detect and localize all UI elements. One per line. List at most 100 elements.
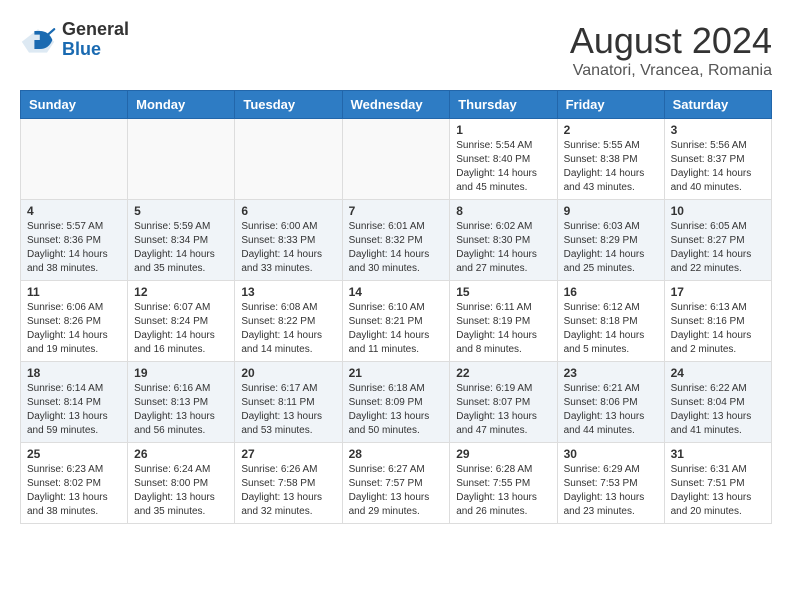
calendar-week-row: 25 Sunrise: 6:23 AM Sunset: 8:02 PM Dayli… <box>21 443 772 524</box>
calendar-cell: 29Sunrise: 6:28 AM Sunset: 7:55 PM Dayli… <box>450 443 557 524</box>
day-number: 4 <box>27 204 121 218</box>
calendar-cell: 1Sunrise: 5:54 AM Sunset: 8:40 PM Daylig… <box>450 119 557 200</box>
day-info: Sunrise: 6:21 AM Sunset: 8:06 PM Dayligh… <box>564 382 658 438</box>
calendar-cell: 6 Sunrise: 6:00 AM Sunset: 8:33 PM Daylig… <box>235 200 342 281</box>
day-number: 19 <box>134 366 228 380</box>
day-info: Sunrise: 6:03 AM Sunset: 8:29 PM Dayligh… <box>564 220 658 276</box>
day-number: 17 <box>671 285 765 299</box>
calendar-cell: 30 Sunrise: 6:29 AM Sunset: 7:53 PM Dayli… <box>557 443 664 524</box>
day-number: 7 <box>349 204 444 218</box>
day-number: 23 <box>564 366 658 380</box>
weekday-header: Wednesday <box>342 91 450 119</box>
day-number: 27 <box>241 447 335 461</box>
day-number: 6 <box>241 204 335 218</box>
calendar-cell: 26 Sunrise: 6:24 AM Sunset: 8:00 PM Dayli… <box>128 443 235 524</box>
day-info: Sunrise: 6:29 AM Sunset: 7:53 PM Dayligh… <box>564 463 658 519</box>
day-info: Sunrise: 6:28 AM Sunset: 7:55 PM Dayligh… <box>456 463 550 519</box>
logo: General Blue <box>20 20 129 60</box>
day-number: 24 <box>671 366 765 380</box>
day-info: Sunrise: 6:10 AM Sunset: 8:21 PM Dayligh… <box>349 301 444 357</box>
day-number: 21 <box>349 366 444 380</box>
day-number: 31 <box>671 447 765 461</box>
weekday-header: Monday <box>128 91 235 119</box>
calendar-week-row: 18 Sunrise: 6:14 AM Sunset: 8:14 PM Dayli… <box>21 362 772 443</box>
day-info: Sunrise: 5:55 AM Sunset: 8:38 PM Dayligh… <box>564 139 658 195</box>
calendar-cell: 12Sunrise: 6:07 AM Sunset: 8:24 PM Dayli… <box>128 281 235 362</box>
day-info: Sunrise: 6:13 AM Sunset: 8:16 PM Dayligh… <box>671 301 765 357</box>
calendar-cell: 18 Sunrise: 6:14 AM Sunset: 8:14 PM Dayli… <box>21 362 128 443</box>
day-number: 8 <box>456 204 550 218</box>
calendar-cell: 9 Sunrise: 6:03 AM Sunset: 8:29 PM Daylig… <box>557 200 664 281</box>
day-info: Sunrise: 6:24 AM Sunset: 8:00 PM Dayligh… <box>134 463 228 519</box>
calendar-cell: 13Sunrise: 6:08 AM Sunset: 8:22 PM Dayli… <box>235 281 342 362</box>
day-number: 25 <box>27 447 121 461</box>
day-info: Sunrise: 6:27 AM Sunset: 7:57 PM Dayligh… <box>349 463 444 519</box>
calendar-cell: 24 Sunrise: 6:22 AM Sunset: 8:04 PM Dayli… <box>664 362 771 443</box>
calendar-week-row: 4 Sunrise: 5:57 AM Sunset: 8:36 PM Daylig… <box>21 200 772 281</box>
calendar-cell: 15 Sunrise: 6:11 AM Sunset: 8:19 PM Dayli… <box>450 281 557 362</box>
calendar-cell: 16 Sunrise: 6:12 AM Sunset: 8:18 PM Dayli… <box>557 281 664 362</box>
day-info: Sunrise: 6:22 AM Sunset: 8:04 PM Dayligh… <box>671 382 765 438</box>
page-header: General Blue August 2024 Vanatori, Vranc… <box>20 20 772 80</box>
day-number: 10 <box>671 204 765 218</box>
day-number: 28 <box>349 447 444 461</box>
day-info: Sunrise: 6:17 AM Sunset: 8:11 PM Dayligh… <box>241 382 335 438</box>
calendar-cell: 8Sunrise: 6:02 AM Sunset: 8:30 PM Daylig… <box>450 200 557 281</box>
day-info: Sunrise: 6:06 AM Sunset: 8:26 PM Dayligh… <box>27 301 121 357</box>
day-info: Sunrise: 5:57 AM Sunset: 8:36 PM Dayligh… <box>27 220 121 276</box>
day-number: 11 <box>27 285 121 299</box>
weekday-header: Thursday <box>450 91 557 119</box>
day-number: 13 <box>241 285 335 299</box>
calendar-cell <box>342 119 450 200</box>
day-number: 3 <box>671 123 765 137</box>
calendar-cell <box>235 119 342 200</box>
calendar-cell: 27Sunrise: 6:26 AM Sunset: 7:58 PM Dayli… <box>235 443 342 524</box>
calendar-table: SundayMondayTuesdayWednesdayThursdayFrid… <box>20 90 772 524</box>
location-subtitle: Vanatori, Vrancea, Romania <box>570 62 772 80</box>
day-number: 26 <box>134 447 228 461</box>
calendar-header-row: SundayMondayTuesdayWednesdayThursdayFrid… <box>21 91 772 119</box>
day-number: 5 <box>134 204 228 218</box>
day-info: Sunrise: 6:00 AM Sunset: 8:33 PM Dayligh… <box>241 220 335 276</box>
day-info: Sunrise: 6:14 AM Sunset: 8:14 PM Dayligh… <box>27 382 121 438</box>
day-number: 20 <box>241 366 335 380</box>
calendar-cell: 7 Sunrise: 6:01 AM Sunset: 8:32 PM Daylig… <box>342 200 450 281</box>
logo-general-text: General <box>62 20 129 40</box>
calendar-cell: 5Sunrise: 5:59 AM Sunset: 8:34 PM Daylig… <box>128 200 235 281</box>
calendar-cell <box>128 119 235 200</box>
calendar-cell: 17 Sunrise: 6:13 AM Sunset: 8:16 PM Dayli… <box>664 281 771 362</box>
calendar-cell: 10Sunrise: 6:05 AM Sunset: 8:27 PM Dayli… <box>664 200 771 281</box>
weekday-header: Sunday <box>21 91 128 119</box>
day-number: 30 <box>564 447 658 461</box>
day-info: Sunrise: 6:18 AM Sunset: 8:09 PM Dayligh… <box>349 382 444 438</box>
day-number: 15 <box>456 285 550 299</box>
calendar-cell: 28 Sunrise: 6:27 AM Sunset: 7:57 PM Dayli… <box>342 443 450 524</box>
day-number: 9 <box>564 204 658 218</box>
calendar-week-row: 1Sunrise: 5:54 AM Sunset: 8:40 PM Daylig… <box>21 119 772 200</box>
calendar-cell: 23 Sunrise: 6:21 AM Sunset: 8:06 PM Dayli… <box>557 362 664 443</box>
day-info: Sunrise: 5:56 AM Sunset: 8:37 PM Dayligh… <box>671 139 765 195</box>
day-info: Sunrise: 6:11 AM Sunset: 8:19 PM Dayligh… <box>456 301 550 357</box>
day-info: Sunrise: 6:23 AM Sunset: 8:02 PM Dayligh… <box>27 463 121 519</box>
day-number: 16 <box>564 285 658 299</box>
weekday-header: Saturday <box>664 91 771 119</box>
calendar-cell: 22 Sunrise: 6:19 AM Sunset: 8:07 PM Dayli… <box>450 362 557 443</box>
day-info: Sunrise: 6:19 AM Sunset: 8:07 PM Dayligh… <box>456 382 550 438</box>
calendar-cell: 21 Sunrise: 6:18 AM Sunset: 8:09 PM Dayli… <box>342 362 450 443</box>
day-number: 22 <box>456 366 550 380</box>
day-info: Sunrise: 6:01 AM Sunset: 8:32 PM Dayligh… <box>349 220 444 276</box>
main-title: August 2024 <box>570 20 772 62</box>
calendar-cell: 20 Sunrise: 6:17 AM Sunset: 8:11 PM Dayli… <box>235 362 342 443</box>
calendar-cell: 31 Sunrise: 6:31 AM Sunset: 7:51 PM Dayli… <box>664 443 771 524</box>
calendar-cell: 14Sunrise: 6:10 AM Sunset: 8:21 PM Dayli… <box>342 281 450 362</box>
day-info: Sunrise: 6:16 AM Sunset: 8:13 PM Dayligh… <box>134 382 228 438</box>
day-info: Sunrise: 6:31 AM Sunset: 7:51 PM Dayligh… <box>671 463 765 519</box>
day-number: 12 <box>134 285 228 299</box>
day-info: Sunrise: 6:12 AM Sunset: 8:18 PM Dayligh… <box>564 301 658 357</box>
weekday-header: Friday <box>557 91 664 119</box>
calendar-cell: 4 Sunrise: 5:57 AM Sunset: 8:36 PM Daylig… <box>21 200 128 281</box>
day-number: 18 <box>27 366 121 380</box>
day-number: 1 <box>456 123 550 137</box>
day-number: 2 <box>564 123 658 137</box>
calendar-cell: 3 Sunrise: 5:56 AM Sunset: 8:37 PM Daylig… <box>664 119 771 200</box>
